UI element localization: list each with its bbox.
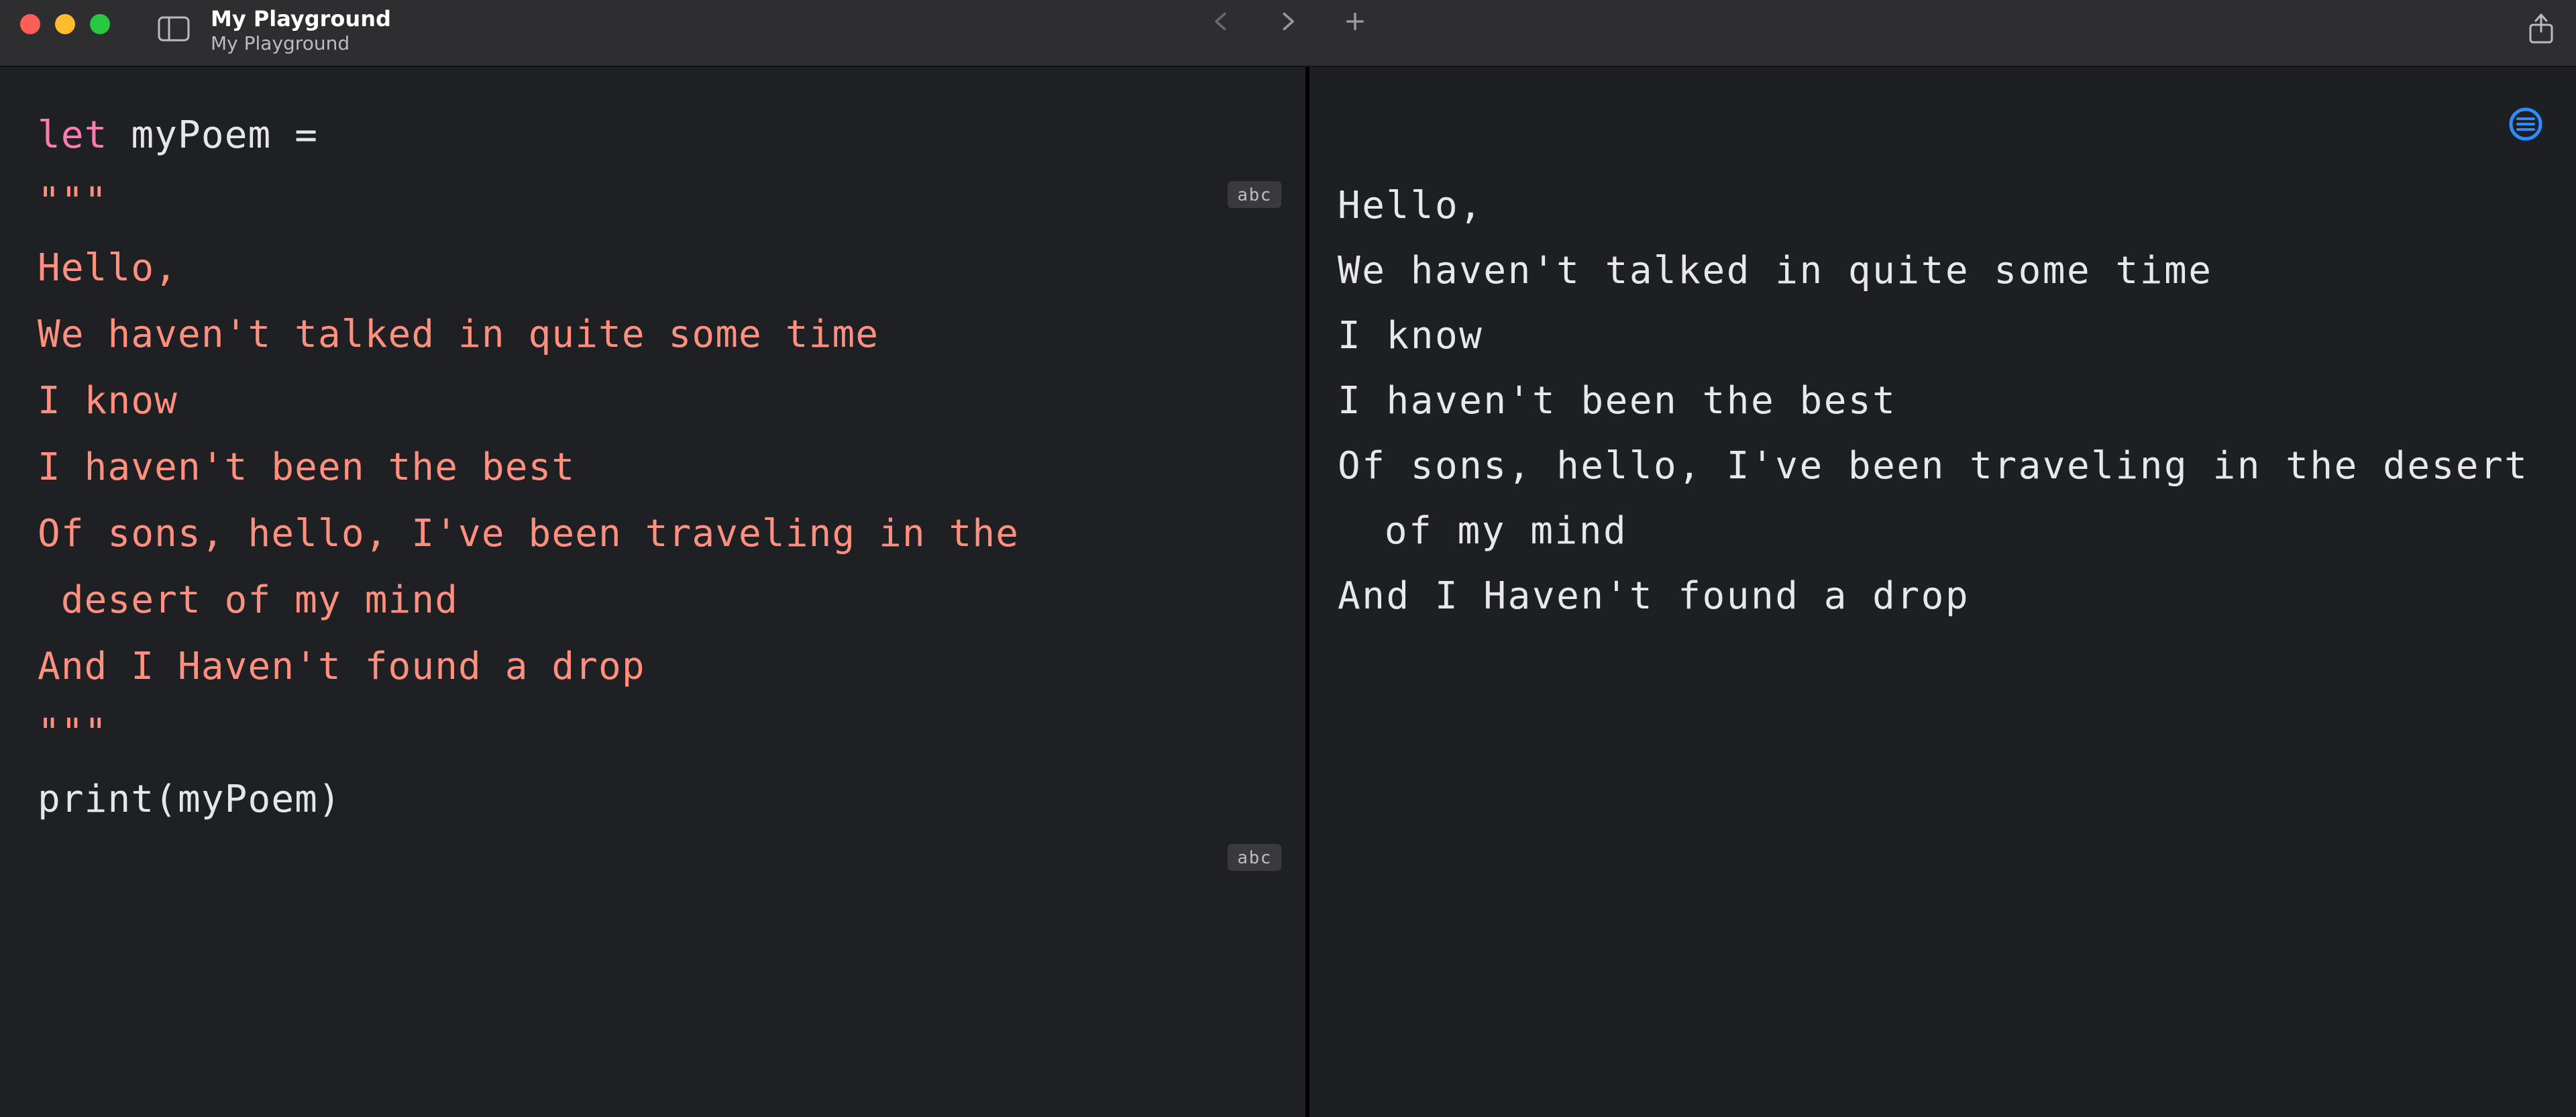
result-badge[interactable]: abc: [1228, 181, 1281, 208]
triple-quote-open: """: [38, 180, 108, 223]
zoom-window-button[interactable]: [90, 14, 110, 34]
code-content: let myPoem = """ Hello, We haven't talke…: [38, 102, 1279, 833]
nav-back-button[interactable]: [1208, 9, 1234, 36]
new-tab-button[interactable]: [1342, 9, 1368, 36]
output-line: I haven't been the best: [1338, 368, 2549, 433]
poem-line: Hello,: [38, 246, 178, 290]
window-toolbar: My Playground My Playground: [0, 0, 2576, 67]
decl-rest: myPoem =: [108, 113, 319, 157]
chevron-right-icon: [1277, 10, 1299, 36]
poem-line-wrap: Of sons, hello, I've been traveling in t…: [38, 512, 1019, 555]
inspector-toggle-button[interactable]: [2509, 107, 2542, 141]
share-button[interactable]: [2526, 13, 2556, 48]
poem-line: We haven't talked in quite some time: [38, 313, 879, 356]
chevron-left-icon: [1210, 10, 1232, 36]
inspector-icon: [2509, 131, 2542, 144]
close-window-button[interactable]: [20, 14, 40, 34]
toolbar-center: [1208, 9, 1368, 36]
traffic-lights: [20, 14, 110, 34]
output-line: I know: [1338, 303, 2549, 368]
code-editor[interactable]: let myPoem = """ Hello, We haven't talke…: [0, 67, 1309, 1117]
window-title: My Playground: [211, 7, 391, 31]
output-line: And I Haven't found a drop: [1338, 564, 2549, 629]
print-statement: print(myPoem): [38, 778, 341, 821]
result-badge[interactable]: abc: [1228, 844, 1281, 871]
output-line-wrap: Of sons, hello, I've been traveling in t…: [1338, 433, 2549, 498]
poem-line: I know: [38, 379, 178, 423]
keyword-let: let: [38, 113, 108, 157]
window-subtitle: My Playground: [211, 34, 391, 54]
toolbar-right: [2526, 13, 2556, 48]
output-line: We haven't talked in quite some time: [1338, 238, 2549, 303]
workspace: let myPoem = """ Hello, We haven't talke…: [0, 67, 2576, 1117]
nav-forward-button[interactable]: [1275, 9, 1301, 36]
output-line: Hello,: [1338, 173, 2549, 238]
toggle-sidebar-button[interactable]: [157, 17, 191, 44]
plus-icon: [1344, 10, 1366, 36]
output-line-wrap-cont: of my mind: [1338, 498, 2549, 564]
share-icon: [2526, 35, 2556, 48]
poem-line-wrap-cont: desert of my mind: [38, 578, 458, 622]
title-stack: My Playground My Playground: [211, 7, 391, 54]
poem-line: And I Haven't found a drop: [38, 645, 645, 688]
minimize-window-button[interactable]: [55, 14, 75, 34]
output-content: Hello,We haven't talked in quite some ti…: [1338, 102, 2549, 629]
triple-quote-close: """: [38, 711, 108, 755]
results-pane: Hello,We haven't talked in quite some ti…: [1309, 67, 2576, 1117]
sidebar-icon: [158, 16, 190, 44]
poem-line: I haven't been the best: [38, 445, 575, 489]
